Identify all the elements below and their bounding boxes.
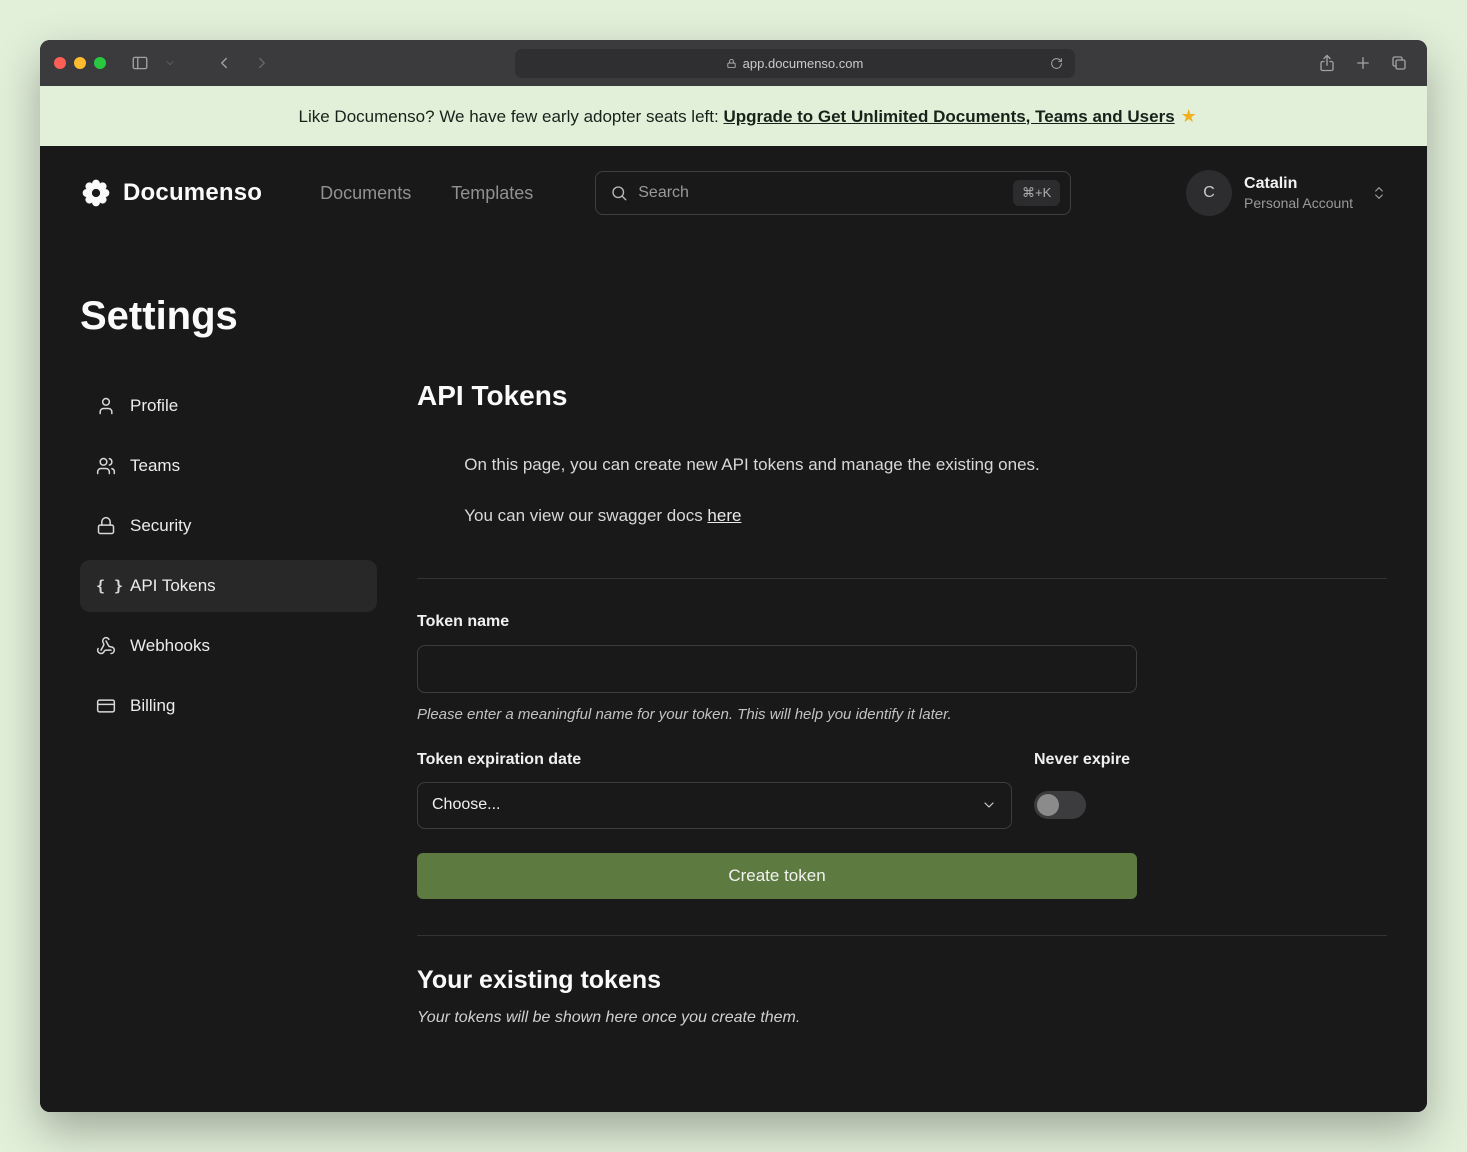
sidebar-item-label: Teams <box>130 456 180 476</box>
divider <box>417 935 1387 936</box>
token-name-label: Token name <box>417 613 1387 631</box>
never-expire-toggle[interactable] <box>1034 791 1086 819</box>
account-menu[interactable]: C Catalin Personal Account <box>1186 170 1387 216</box>
chevron-down-icon[interactable] <box>156 48 184 78</box>
search-input[interactable] <box>638 184 1003 202</box>
sidebar-item-profile[interactable]: Profile <box>80 380 377 432</box>
back-button[interactable] <box>210 48 238 78</box>
page-title: Settings <box>80 294 1387 339</box>
avatar: C <box>1186 170 1232 216</box>
swagger-docs-link[interactable]: here <box>707 506 741 525</box>
settings-sidebar: Profile Teams Security { } API Tokens We… <box>80 380 377 1027</box>
token-name-input[interactable] <box>417 645 1137 693</box>
create-token-button[interactable]: Create token <box>417 853 1137 899</box>
refresh-icon[interactable] <box>1043 48 1071 78</box>
expiration-select[interactable]: Choose... <box>417 782 1012 829</box>
description-line2: You can view our swagger docs <box>464 506 707 525</box>
account-name: Catalin <box>1244 173 1353 195</box>
panel-title: API Tokens <box>417 380 1387 412</box>
sidebar-item-label: API Tokens <box>130 576 216 596</box>
sidebar-toggle-icon[interactable] <box>126 48 154 78</box>
toggle-knob <box>1037 794 1059 816</box>
sidebar-item-webhooks[interactable]: Webhooks <box>80 620 377 672</box>
chevron-down-icon <box>981 797 997 813</box>
new-tab-icon[interactable] <box>1349 48 1377 78</box>
sidebar-item-security[interactable]: Security <box>80 500 377 552</box>
minimize-button[interactable] <box>74 57 86 69</box>
sidebar-item-label: Security <box>130 516 191 536</box>
lock-icon <box>726 58 737 69</box>
existing-tokens-title: Your existing tokens <box>417 966 1387 995</box>
brand-name: Documenso <box>123 179 262 207</box>
nav-documents[interactable]: Documents <box>320 183 411 204</box>
never-expire-label: Never expire <box>1034 751 1137 769</box>
star-icon: ★ <box>1181 106 1197 126</box>
user-icon <box>96 396 116 416</box>
sidebar-item-billing[interactable]: Billing <box>80 680 377 732</box>
brand-logo[interactable]: Documenso <box>80 177 262 209</box>
description-line1: On this page, you can create new API tok… <box>464 455 1040 474</box>
sidebar-item-api-tokens[interactable]: { } API Tokens <box>80 560 377 612</box>
braces-icon: { } <box>96 577 116 595</box>
divider <box>417 578 1387 579</box>
sidebar-item-teams[interactable]: Teams <box>80 440 377 492</box>
sidebar-item-label: Profile <box>130 396 178 416</box>
webhook-icon <box>96 636 116 656</box>
top-nav: Documents Templates <box>320 183 533 204</box>
chrome-left-controls <box>126 48 276 78</box>
credit-card-icon <box>96 696 116 716</box>
url-text: app.documenso.com <box>743 56 864 71</box>
account-type: Personal Account <box>1244 194 1353 213</box>
app-header: Documenso Documents Templates ⌘+K C Cata… <box>80 146 1387 240</box>
nav-templates[interactable]: Templates <box>451 183 533 204</box>
chevrons-up-down-icon <box>1371 185 1387 201</box>
zoom-button[interactable] <box>94 57 106 69</box>
search-box[interactable]: ⌘+K <box>595 171 1071 215</box>
expiration-value: Choose... <box>432 796 500 814</box>
close-button[interactable] <box>54 57 66 69</box>
promo-banner: Like Documenso? We have few early adopte… <box>40 86 1427 146</box>
upgrade-link[interactable]: Upgrade to Get Unlimited Documents, Team… <box>723 107 1174 126</box>
token-form: Token name Please enter a meaningful nam… <box>417 613 1387 899</box>
users-icon <box>96 456 116 476</box>
sidebar-item-label: Billing <box>130 696 175 716</box>
panel-description: On this page, you can create new API tok… <box>417 426 1387 554</box>
traffic-lights <box>54 57 106 69</box>
expiration-row: Token expiration date Never expire Choos… <box>417 751 1137 829</box>
address-bar[interactable]: app.documenso.com <box>515 49 1075 78</box>
documenso-logo-icon <box>80 177 112 209</box>
settings-layout: Profile Teams Security { } API Tokens We… <box>80 380 1387 1027</box>
existing-tokens-empty-text: Your tokens will be shown here once you … <box>417 1009 1387 1027</box>
promo-text: Like Documenso? We have few early adopte… <box>299 107 724 126</box>
share-icon[interactable] <box>1313 48 1341 78</box>
browser-chrome: app.documenso.com <box>40 40 1427 86</box>
expiration-label: Token expiration date <box>417 751 1012 769</box>
chrome-right-controls <box>1313 48 1413 78</box>
browser-window: app.documenso.com Like Documenso? We hav… <box>40 40 1427 1112</box>
tab-overview-icon[interactable] <box>1385 48 1413 78</box>
search-shortcut-badge: ⌘+K <box>1013 180 1060 206</box>
api-tokens-panel: API Tokens On this page, you can create … <box>417 380 1387 1027</box>
account-labels: Catalin Personal Account <box>1244 173 1353 213</box>
sidebar-item-label: Webhooks <box>130 636 210 656</box>
forward-button[interactable] <box>248 48 276 78</box>
token-name-hint: Please enter a meaningful name for your … <box>417 706 1387 723</box>
search-icon <box>610 184 628 202</box>
app-root: Documenso Documents Templates ⌘+K C Cata… <box>40 146 1427 1112</box>
lock-icon <box>96 516 116 536</box>
